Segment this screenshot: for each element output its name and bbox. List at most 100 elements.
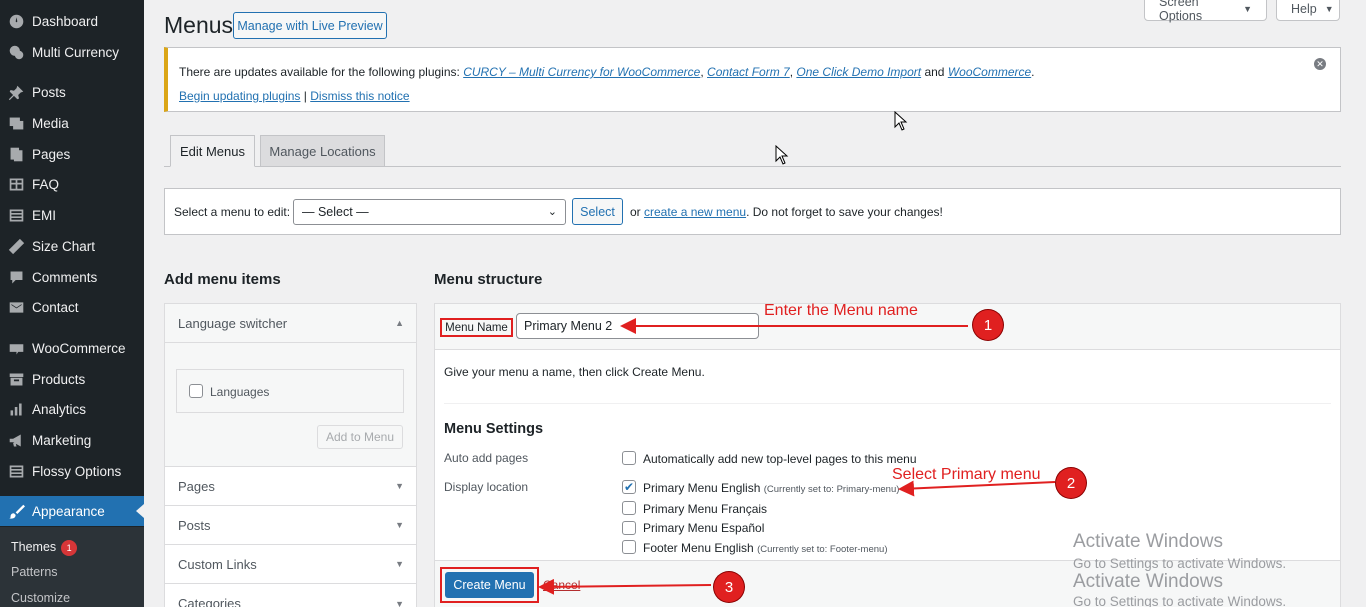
menu-name-label: Menu Name	[440, 318, 513, 337]
location-note: (Currently set to: Primary-menu)	[763, 484, 900, 495]
comment-icon	[7, 268, 25, 286]
dismiss-notice-link[interactable]: Dismiss this notice	[310, 89, 409, 103]
location-checkbox-primary-english[interactable]: ✔	[622, 480, 636, 494]
accordion-label: Categories	[178, 596, 241, 607]
sidebar-item-faq[interactable]: FAQ	[0, 169, 144, 199]
select-menu-bar: Select a menu to edit: — Select — ⌄ Selec…	[164, 188, 1341, 235]
live-preview-button[interactable]: Manage with Live Preview	[233, 12, 387, 39]
sidebar-item-label: FAQ	[32, 176, 60, 192]
plugin-link-cf7[interactable]: Contact Form 7	[707, 65, 790, 79]
sidebar-item-label: Multi Currency	[32, 44, 120, 60]
begin-updating-link[interactable]: Begin updating plugins	[179, 89, 300, 103]
accordion-pages[interactable]: Pages ▼	[165, 467, 416, 506]
cancel-link[interactable]: Cancel	[543, 578, 580, 592]
tab-edit-menus[interactable]: Edit Menus	[170, 135, 255, 167]
display-location-label: Display location	[444, 480, 529, 494]
caret-down-icon: ▼	[1324, 3, 1334, 14]
tab-divider	[164, 166, 1341, 167]
create-menu-button[interactable]: Create Menu	[445, 572, 534, 598]
dismiss-icon[interactable]: ✕	[1314, 58, 1326, 70]
location-checkbox-primary-french[interactable]	[622, 501, 636, 515]
triangle-down-icon: ▼	[395, 520, 404, 530]
location-item: Footer Menu English (Currently set to: F…	[643, 541, 887, 555]
step-number-2: 2	[1056, 468, 1086, 498]
separator: .	[1031, 65, 1035, 79]
menu-select-dropdown[interactable]: — Select — ⌄	[293, 199, 566, 225]
appearance-submenu: Themes 1 Patterns Customize	[0, 527, 144, 607]
languages-label: Languages	[210, 385, 270, 399]
accordion-custom-links[interactable]: Custom Links ▼	[165, 545, 416, 584]
location-checkbox-primary-spanish[interactable]	[622, 521, 636, 535]
sidebar-item-marketing[interactable]: Marketing	[0, 425, 144, 455]
mouse-cursor-icon	[894, 111, 908, 131]
sidebar-item-label: Dashboard	[32, 13, 99, 29]
help-label: Help	[1291, 1, 1317, 16]
sidebar-item-flossy-options[interactable]: Flossy Options	[0, 456, 144, 486]
select-button[interactable]: Select	[572, 198, 623, 225]
menu-name-input[interactable]: Primary Menu 2	[516, 313, 759, 339]
sidebar-item-analytics[interactable]: Analytics	[0, 394, 144, 424]
sidebar-item-label: Marketing	[32, 432, 92, 448]
plugin-link-ocdi[interactable]: One Click Demo Import	[796, 65, 921, 79]
sidebar-item-multi-currency[interactable]: Multi Currency	[0, 37, 144, 67]
accordion-posts[interactable]: Posts ▼	[165, 506, 416, 545]
caret-down-icon: ▼	[1243, 3, 1252, 14]
notice-actions: Begin updating plugins | Dismiss this no…	[179, 89, 410, 103]
save-reminder: . Do not forget to save your changes!	[746, 205, 943, 219]
help-button[interactable]: Help ▼	[1276, 0, 1340, 21]
sidebar-item-contact[interactable]: Contact	[0, 292, 144, 322]
sidebar-item-appearance[interactable]: Appearance	[0, 496, 144, 526]
location-label: Primary Menu Français	[643, 502, 768, 516]
sidebar-item-products[interactable]: Products	[0, 364, 144, 394]
or-text: or	[630, 205, 645, 219]
separator: and	[921, 65, 948, 79]
screen-options-label: Screen Options	[1159, 0, 1203, 23]
sidebar-item-label: Pages	[32, 146, 71, 162]
menu-settings-heading: Menu Settings	[444, 421, 544, 437]
submenu-item-patterns[interactable]: Patterns	[11, 565, 58, 579]
sidebar-item-dashboard[interactable]: Dashboard	[0, 6, 144, 36]
submenu-item-themes[interactable]: Themes 1	[11, 540, 78, 556]
tab-manage-locations[interactable]: Manage Locations	[260, 135, 385, 167]
sidebar-item-label: EMI	[32, 207, 57, 223]
accordion-language-switcher[interactable]: Language switcher ▲	[165, 304, 416, 343]
select-menu-label: Select a menu to edit:	[174, 205, 291, 219]
sidebar-item-emi[interactable]: EMI	[0, 200, 144, 230]
sidebar-item-posts[interactable]: Posts	[0, 77, 144, 107]
pin-icon	[7, 83, 25, 101]
sidebar-item-pages[interactable]: Pages	[0, 139, 144, 169]
add-to-menu-button[interactable]: Add to Menu	[317, 425, 403, 449]
create-menu-highlight: Create Menu	[440, 567, 539, 603]
sidebar-item-woocommerce[interactable]: WooCommerce	[0, 333, 144, 363]
plugin-link-woocommerce[interactable]: WooCommerce	[948, 65, 1031, 79]
languages-box: Languages	[176, 369, 404, 413]
triangle-down-icon: ▼	[395, 559, 404, 569]
currency-icon	[7, 43, 25, 61]
create-new-menu-link[interactable]: create a new menu	[644, 205, 746, 219]
plugin-update-notice: There are updates available for the foll…	[164, 47, 1341, 112]
windows-watermark-text: Go to Settings to activate Windows.	[1073, 594, 1287, 607]
auto-add-checkbox[interactable]	[622, 451, 636, 465]
woo-icon	[7, 339, 25, 357]
menu-structure-heading: Menu structure	[434, 271, 543, 288]
sidebar-item-size-chart[interactable]: Size Chart	[0, 231, 144, 261]
sidebar-item-media[interactable]: Media	[0, 108, 144, 138]
sidebar-item-comments[interactable]: Comments	[0, 262, 144, 292]
update-count-badge: 1	[61, 540, 78, 556]
submenu-item-customize[interactable]: Customize	[11, 591, 70, 605]
sidebar-item-label: Flossy Options	[32, 463, 122, 479]
ruler-icon	[7, 237, 25, 255]
location-checkbox-footer-english[interactable]	[622, 540, 636, 554]
windows-watermark-text: Go to Settings to activate Windows.	[1073, 556, 1287, 571]
admin-sidebar: Dashboard Multi Currency Posts Media Pag…	[0, 0, 144, 607]
archive-icon	[7, 370, 25, 388]
emi-icon	[7, 206, 25, 224]
sidebar-item-label: WooCommerce	[32, 340, 126, 356]
location-label: Footer Menu English	[643, 541, 754, 555]
accordion-categories[interactable]: Categories ▼	[165, 584, 416, 607]
mouse-cursor-icon	[775, 145, 789, 165]
screen-options-button[interactable]: Screen Options ▼	[1144, 0, 1267, 23]
plugin-link-curcy[interactable]: CURCY – Multi Currency for WooCommerce	[463, 65, 700, 79]
languages-checkbox[interactable]	[189, 384, 203, 398]
location-label: Primary Menu Español	[643, 521, 765, 535]
